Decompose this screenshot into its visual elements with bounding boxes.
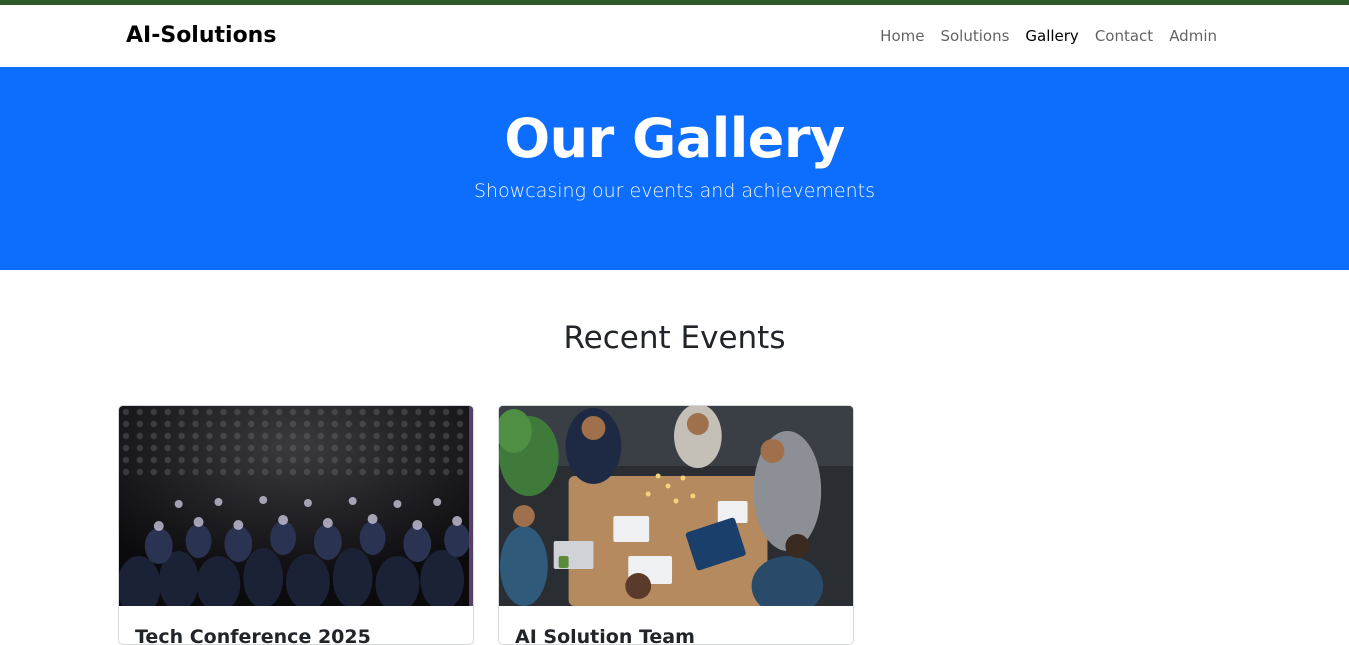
- gallery-card-team[interactable]: AI Solution Team: [498, 405, 854, 645]
- nav-link-home[interactable]: Home: [872, 27, 932, 45]
- nav-link-solutions[interactable]: Solutions: [932, 27, 1017, 45]
- hero-subtitle: Showcasing our events and achievements: [474, 180, 875, 202]
- nav-link-admin[interactable]: Admin: [1161, 27, 1225, 45]
- conference-photo: [119, 406, 473, 606]
- card-title: AI Solution Team: [515, 626, 695, 645]
- hero-banner: Our Gallery Showcasing our events and ac…: [0, 67, 1349, 270]
- brand-logo[interactable]: AI-Solutions: [126, 23, 276, 48]
- hero-title: Our Gallery: [504, 107, 845, 170]
- section-title: Recent Events: [563, 320, 786, 356]
- nav-link-contact[interactable]: Contact: [1087, 27, 1161, 45]
- gallery-card-conference[interactable]: Tech Conference 2025: [118, 405, 474, 645]
- card-title: Tech Conference 2025: [135, 626, 371, 645]
- team-meeting-photo: [499, 406, 853, 606]
- navbar: AI-Solutions Home Solutions Gallery Cont…: [0, 5, 1349, 67]
- nav-links: Home Solutions Gallery Contact Admin: [872, 27, 1225, 45]
- nav-link-gallery[interactable]: Gallery: [1017, 27, 1086, 45]
